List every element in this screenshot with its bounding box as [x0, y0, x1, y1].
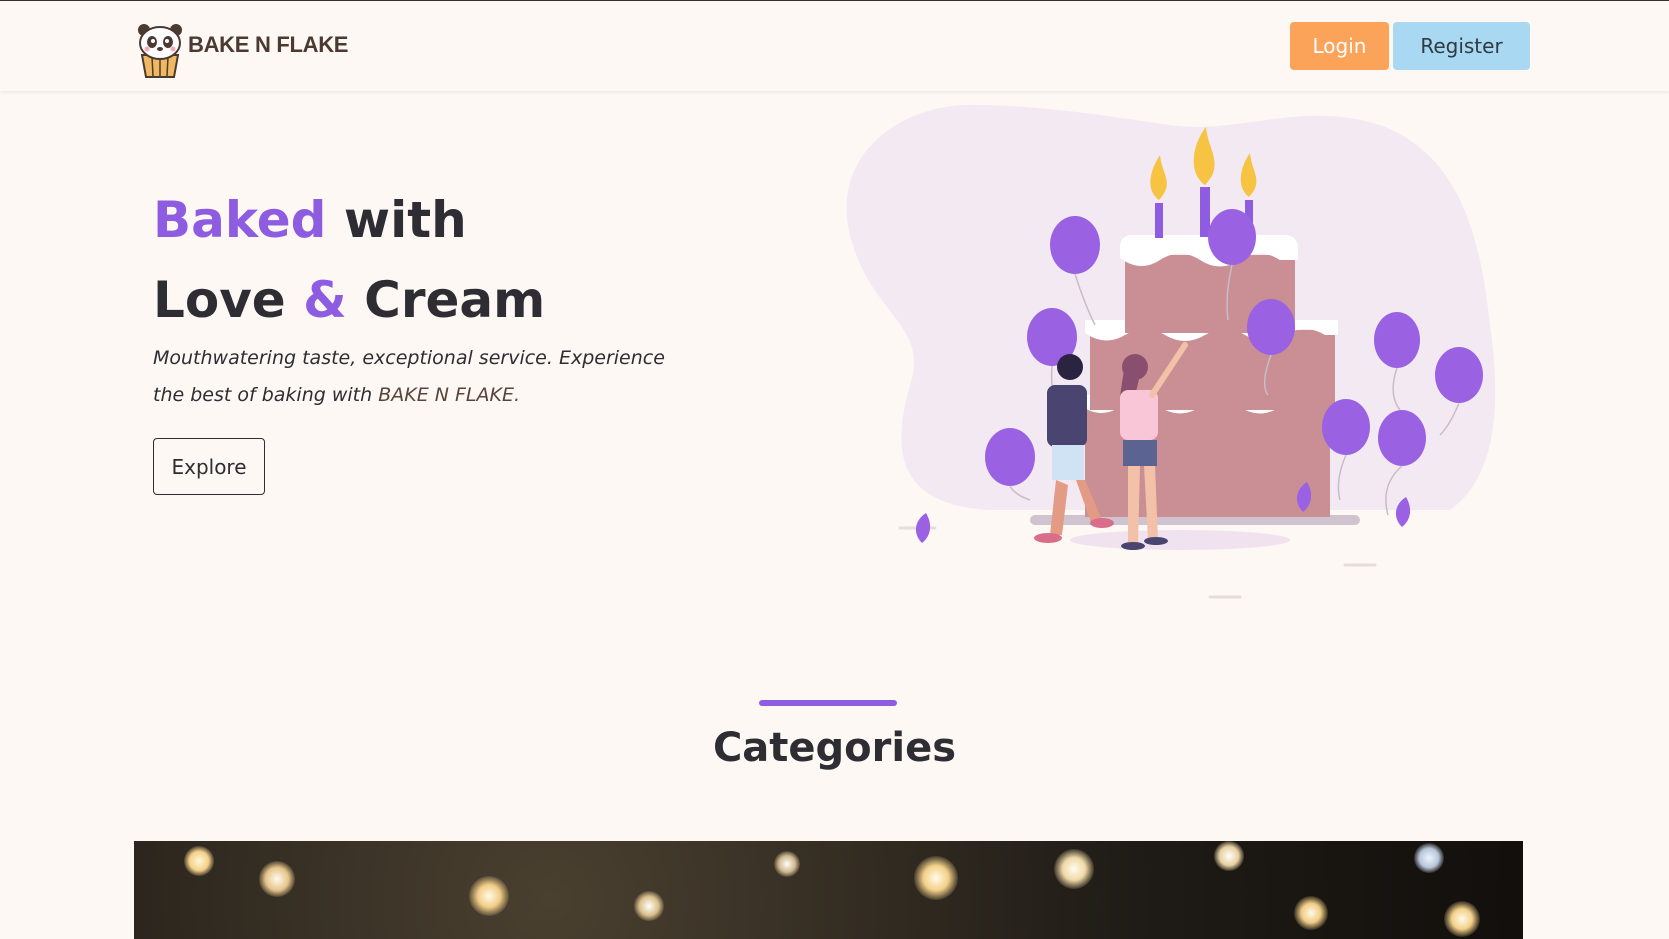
hero-subtitle-brand: BAKE N FLAKE. — [378, 384, 521, 406]
hero-title-with: with — [343, 191, 467, 249]
hero-subtitle: Mouthwatering taste, exceptional service… — [153, 340, 693, 414]
bokeh-light — [184, 846, 214, 876]
explore-button[interactable]: Explore — [153, 438, 265, 495]
categories-heading: Categories — [712, 725, 957, 771]
navbar: BAKE N FLAKE Login Register — [0, 1, 1669, 91]
hero-title: Baked with Love & Cream — [153, 180, 545, 340]
register-button[interactable]: Register — [1393, 22, 1530, 70]
bokeh-light — [1214, 841, 1244, 871]
bokeh-light — [1054, 849, 1094, 889]
bokeh-light — [469, 876, 509, 916]
bokeh-light — [1444, 901, 1480, 937]
bokeh-light — [634, 891, 664, 921]
category-banner-image — [134, 841, 1523, 939]
bokeh-light — [1414, 843, 1444, 873]
brand-link[interactable]: BAKE N FLAKE — [136, 21, 348, 79]
bokeh-light — [259, 861, 295, 897]
login-button[interactable]: Login — [1290, 22, 1389, 70]
hero-title-baked: Baked — [153, 191, 327, 249]
bokeh-light — [774, 851, 800, 877]
panda-cupcake-logo-icon — [138, 24, 182, 78]
section-divider — [759, 700, 897, 706]
hero-title-love: Love — [153, 271, 286, 329]
brand-name: BAKE N FLAKE — [188, 32, 349, 57]
hero-title-ampersand: & — [303, 271, 347, 329]
bokeh-light — [914, 856, 958, 900]
birthday-cake-illustration — [846, 105, 1496, 599]
bokeh-light — [1294, 896, 1328, 930]
hero-title-cream: Cream — [364, 271, 546, 329]
